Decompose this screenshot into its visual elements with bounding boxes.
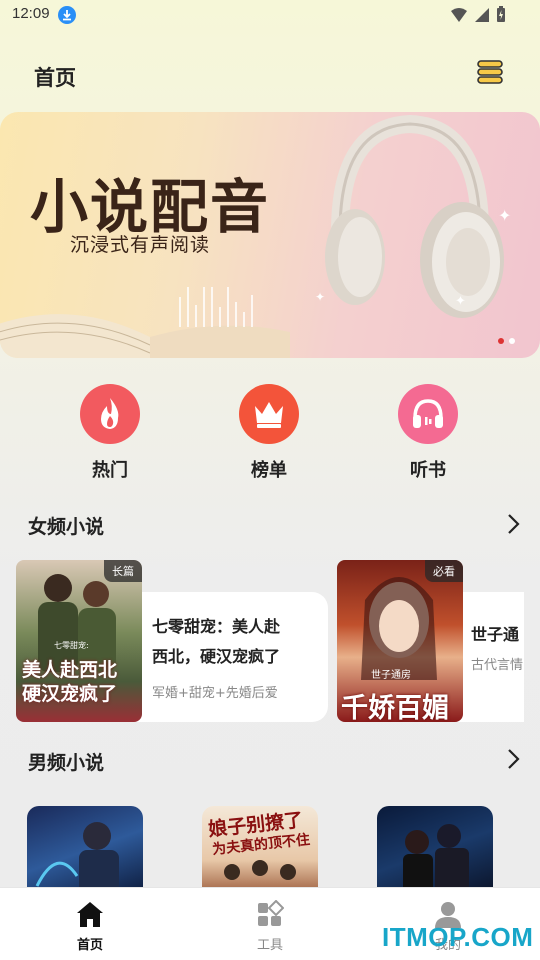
headphones-icon [398, 384, 458, 444]
cover-small-text: 七零甜宠: [54, 641, 89, 650]
flame-icon [80, 384, 140, 444]
book-cover[interactable] [27, 806, 143, 896]
download-icon [58, 6, 76, 24]
cover-title: 千娇百媚 [341, 693, 449, 722]
crown-icon [239, 384, 299, 444]
book-badge: 长篇 [104, 560, 142, 582]
grid-icon [258, 899, 285, 926]
sparkle-icon: ✦ [498, 206, 512, 225]
book-cover[interactable] [377, 806, 493, 896]
entry-ranking[interactable]: 榜单 [238, 384, 300, 482]
cover-title: 美人赴西北 硬汉宠疯了 [22, 659, 118, 705]
signal-icon [475, 7, 489, 22]
carousel-dot-active [498, 338, 504, 344]
entry-ranking-label: 榜单 [251, 460, 287, 481]
book-cover[interactable]: 娘子别撩了 为夫真的顶不住 [202, 806, 318, 896]
cover-small-text: 世子通房 [371, 670, 411, 681]
entry-hot-label: 热门 [92, 460, 128, 481]
book-title: 七零甜宠：美人赴 西北，硬汉宠疯了 [152, 617, 281, 666]
book-title: 世子通 [471, 625, 520, 644]
open-book-image [0, 287, 290, 358]
home-icon [77, 902, 103, 927]
status-time: 12:09 [12, 5, 50, 22]
carousel-indicator [498, 338, 515, 344]
male-section-title: 男频小说 [28, 752, 105, 774]
wifi-icon [451, 7, 467, 22]
entry-audiobook-label: 听书 [410, 460, 446, 481]
bookshelf-menu-icon[interactable] [476, 60, 504, 84]
carousel-dot [509, 338, 515, 344]
book-tags: 古代言情 [471, 658, 524, 673]
chevron-right-icon[interactable] [506, 513, 520, 535]
sparkle-icon: ✦ [315, 290, 326, 304]
book-card-info: 七零甜宠：美人赴 西北，硬汉宠疯了 军婚+甜宠+先婚后爱 [126, 592, 328, 722]
female-section-title: 女频小说 [28, 516, 105, 538]
banner-subtitle: 沉浸式有声阅读 [70, 234, 211, 256]
banner-carousel[interactable]: 小说配音 沉浸式有声阅读 ✦ ✦ ✦ [0, 112, 540, 358]
nav-tools[interactable]: 工具 [240, 899, 300, 953]
entry-audiobook[interactable]: 听书 [397, 384, 459, 482]
nav-home-label: 首页 [76, 938, 103, 953]
book-cover: 七零甜宠: 美人赴西北 硬汉宠疯了 长篇 [16, 560, 142, 722]
status-bar: 12:09 [0, 0, 540, 32]
sparkle-icon: ✦ [455, 294, 466, 309]
book-badge: 必看 [425, 560, 463, 582]
nav-tools-label: 工具 [256, 938, 283, 953]
page-title: 首页 [34, 66, 76, 90]
entry-hot[interactable]: 热门 [79, 384, 141, 482]
watermark: ITMOP.COM [382, 922, 534, 952]
book-tags: 军婚+甜宠+先婚后爱 [152, 686, 278, 701]
headphones-image [325, 114, 504, 318]
book-card[interactable]: 七零甜宠：美人赴 西北，硬汉宠疯了 军婚+甜宠+先婚后爱 七零甜宠: 美人赴西北… [16, 560, 328, 722]
battery-icon [497, 6, 505, 22]
book-card[interactable]: 世子通 古代言情 世子通房 千娇百媚 必看 [337, 560, 540, 722]
nav-home[interactable]: 首页 [60, 900, 120, 953]
book-cover: 世子通房 千娇百媚 必看 [337, 560, 463, 722]
chevron-right-icon[interactable] [506, 748, 520, 770]
status-icons [450, 6, 506, 23]
